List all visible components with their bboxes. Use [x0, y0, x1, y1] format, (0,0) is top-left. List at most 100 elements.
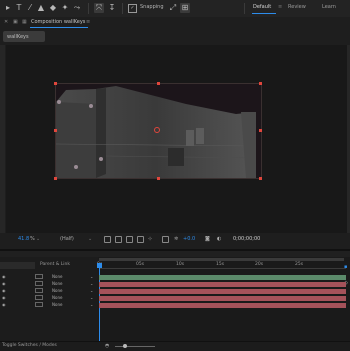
- parent-pickwhip-icon[interactable]: [35, 295, 43, 300]
- transform-handle[interactable]: [259, 82, 262, 85]
- visibility-icon[interactable]: ◉: [2, 302, 6, 307]
- layer-row[interactable]: ◉ None ⌄: [0, 288, 98, 294]
- visibility-icon[interactable]: ◉: [2, 274, 6, 279]
- layer-duration-bar[interactable]: [99, 282, 346, 287]
- transparency-grid-icon[interactable]: [115, 236, 122, 243]
- parent-pickwhip-icon[interactable]: [35, 302, 43, 307]
- parent-select[interactable]: None: [52, 274, 62, 279]
- local-axis-icon[interactable]: ⤧: [94, 3, 104, 13]
- composition-icon: ▦: [22, 19, 27, 25]
- panel-menu-icon[interactable]: ≡: [86, 19, 90, 25]
- parent-select[interactable]: None: [52, 281, 62, 286]
- exposure-reset-icon[interactable]: ✲: [174, 236, 178, 242]
- ruler-tick-label: 10s: [176, 262, 185, 267]
- chevron-down-icon[interactable]: ⌄: [90, 302, 93, 307]
- timeline-zoom-slider[interactable]: [115, 346, 155, 347]
- mask-visibility-icon[interactable]: [126, 236, 133, 243]
- visibility-icon[interactable]: ◉: [2, 288, 6, 293]
- parent-pickwhip-icon[interactable]: [35, 274, 43, 279]
- snap-grid-icon[interactable]: ⊞: [180, 3, 190, 13]
- composition-panel-title[interactable]: Composition wallKeys: [31, 19, 85, 25]
- composition-frame[interactable]: [55, 83, 262, 179]
- snapshot-camera-icon[interactable]: ◙: [205, 236, 210, 242]
- eraser-tool-icon[interactable]: ◆: [48, 3, 58, 13]
- workspace-menu-icon[interactable]: ≡: [278, 4, 282, 10]
- transform-handle[interactable]: [157, 177, 160, 180]
- visibility-icon[interactable]: ◉: [2, 295, 6, 300]
- transform-handle[interactable]: [54, 82, 57, 85]
- region-of-interest-icon[interactable]: [137, 236, 144, 243]
- work-area-end-icon[interactable]: ▪: [344, 264, 347, 270]
- chevron-down-icon[interactable]: ⌄: [90, 288, 93, 293]
- chevron-down-icon[interactable]: ⌄: [90, 274, 93, 279]
- parent-select[interactable]: None: [52, 295, 62, 300]
- ruler-baseline: [99, 268, 346, 269]
- workspace-tab-learn[interactable]: Learn: [322, 4, 336, 10]
- transform-handle[interactable]: [157, 82, 160, 85]
- parent-pickwhip-icon[interactable]: [35, 288, 43, 293]
- resolution-select[interactable]: (Half): [60, 236, 74, 242]
- snap-options-icon[interactable]: ⤢: [168, 3, 178, 13]
- parent-select[interactable]: None: [52, 302, 62, 307]
- work-area-bar[interactable]: [99, 258, 344, 261]
- workspace-tab-default[interactable]: Default: [253, 4, 271, 10]
- layer-row[interactable]: ◉ None ⌄: [0, 302, 98, 308]
- layer-duration-bar[interactable]: [99, 289, 346, 294]
- layer-row[interactable]: ◉ None ⌄: [0, 281, 98, 287]
- transform-handle[interactable]: [259, 129, 262, 132]
- channel-icon[interactable]: [162, 236, 169, 243]
- zoom-out-icon[interactable]: ◓: [105, 343, 109, 349]
- corner-pin-point[interactable]: [74, 165, 78, 169]
- selection-tool-icon[interactable]: ▸: [3, 3, 13, 13]
- parent-pickwhip-icon[interactable]: [35, 281, 43, 286]
- chevron-down-icon[interactable]: ⌄: [90, 281, 93, 286]
- transform-handle[interactable]: [54, 129, 57, 132]
- transform-handle[interactable]: [54, 177, 57, 180]
- current-timecode[interactable]: 0;00;00;00: [233, 236, 260, 242]
- stamp-tool-icon[interactable]: ▲: [36, 3, 46, 13]
- layer-duration-bar[interactable]: [99, 296, 346, 301]
- layer-row[interactable]: ◉ None ⌄: [0, 274, 98, 280]
- exposure-value[interactable]: +0.0: [183, 236, 195, 242]
- toolbar-divider: [88, 3, 89, 14]
- chevron-down-icon[interactable]: ⌄: [90, 295, 93, 300]
- pen-tool-icon[interactable]: ⁄: [25, 3, 35, 13]
- toggle-switches-modes-button[interactable]: Toggle Switches / Modes: [2, 343, 57, 348]
- composition-tab[interactable]: wallKeys: [3, 31, 45, 42]
- layer-row[interactable]: ◉ None ⌄: [0, 295, 98, 301]
- fast-previews-icon[interactable]: [104, 236, 111, 243]
- roto-tool-icon[interactable]: ⤳: [72, 3, 82, 13]
- resolution-dropdown-icon[interactable]: ⌄: [88, 236, 92, 242]
- ruler-tick-label: 15s: [216, 262, 225, 267]
- viewer-left-gutter: [0, 45, 5, 233]
- type-tool-icon[interactable]: T: [14, 3, 24, 13]
- anchor-point-icon[interactable]: [154, 127, 160, 133]
- toolbar-divider: [244, 3, 245, 14]
- ruler-tick-label: 25s: [295, 262, 304, 267]
- composition-tab-label: wallKeys: [7, 33, 29, 40]
- layer-search-input[interactable]: [0, 262, 35, 269]
- lock-icon[interactable]: ▣: [13, 19, 18, 25]
- ruler-tick-label: 20s: [255, 262, 264, 267]
- parent-select[interactable]: None: [52, 288, 62, 293]
- show-snapshot-icon[interactable]: ◐: [217, 236, 221, 242]
- transform-handle[interactable]: [259, 177, 262, 180]
- puppet-pin-tool-icon[interactable]: ✦: [60, 3, 70, 13]
- workspace-tab-review[interactable]: Review: [288, 4, 306, 10]
- zoom-dropdown-icon[interactable]: ⌄: [36, 236, 40, 242]
- visibility-icon[interactable]: ◉: [2, 281, 6, 286]
- layer-duration-bar[interactable]: [99, 303, 346, 308]
- zoom-unit: %: [30, 236, 35, 242]
- corner-pin-point[interactable]: [57, 100, 61, 104]
- active-panel-indicator: [30, 27, 88, 28]
- world-axis-icon[interactable]: ↧: [107, 3, 117, 13]
- corner-pin-point[interactable]: [99, 157, 103, 161]
- snapping-checkbox[interactable]: ✓: [128, 4, 137, 13]
- snapping-label: Snapping: [140, 4, 164, 10]
- close-icon[interactable]: ✕: [4, 19, 8, 25]
- corner-pin-point[interactable]: [89, 104, 93, 108]
- guides-icon[interactable]: ⊹: [148, 236, 152, 242]
- zoom-slider-thumb[interactable]: [123, 344, 127, 348]
- zoom-value[interactable]: 41.8: [18, 236, 29, 242]
- layer-duration-bar[interactable]: [99, 275, 346, 280]
